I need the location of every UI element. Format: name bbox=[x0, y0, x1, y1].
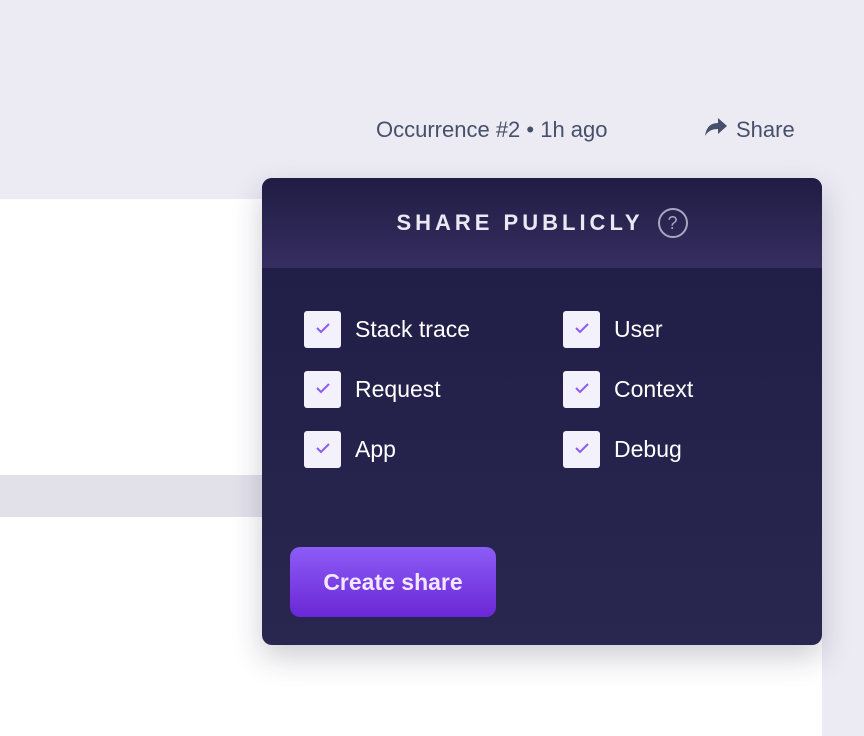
popup-header: SHARE PUBLICLY ? bbox=[262, 178, 822, 268]
help-icon[interactable]: ? bbox=[657, 208, 688, 238]
option-context[interactable]: Context bbox=[563, 371, 763, 408]
checkmark-icon bbox=[315, 441, 331, 459]
option-app[interactable]: App bbox=[304, 431, 563, 468]
create-share-button[interactable]: Create share bbox=[290, 547, 496, 617]
option-request[interactable]: Request bbox=[304, 371, 563, 408]
option-stack-trace[interactable]: Stack trace bbox=[304, 311, 563, 348]
option-label: User bbox=[614, 316, 663, 342]
checkmark-icon bbox=[574, 381, 590, 399]
checkbox[interactable] bbox=[563, 431, 600, 468]
occurrence-info: Occurrence #2 • 1h ago bbox=[376, 117, 608, 142]
share-options: Stack trace User Request Context App Debug bbox=[304, 311, 763, 468]
share-button[interactable]: Share bbox=[704, 117, 795, 143]
share-popup: SHARE PUBLICLY ? Stack trace User Request C… bbox=[262, 178, 822, 645]
checkmark-icon bbox=[315, 381, 331, 399]
option-label: Debug bbox=[614, 436, 682, 462]
checkmark-icon bbox=[315, 321, 331, 339]
checkbox[interactable] bbox=[563, 371, 600, 408]
checkbox[interactable] bbox=[563, 311, 600, 348]
option-label: Stack trace bbox=[355, 316, 471, 342]
checkmark-icon bbox=[574, 441, 590, 459]
share-arrow-icon bbox=[704, 117, 728, 143]
option-label: Context bbox=[614, 376, 694, 402]
checkbox[interactable] bbox=[304, 311, 341, 348]
option-user[interactable]: User bbox=[563, 311, 763, 348]
popup-title: SHARE PUBLICLY bbox=[396, 210, 644, 235]
option-debug[interactable]: Debug bbox=[563, 431, 763, 468]
option-label: Request bbox=[355, 376, 441, 402]
checkmark-icon bbox=[574, 321, 590, 339]
share-label: Share bbox=[736, 117, 795, 142]
checkbox[interactable] bbox=[304, 431, 341, 468]
option-label: App bbox=[355, 436, 396, 462]
checkbox[interactable] bbox=[304, 371, 341, 408]
